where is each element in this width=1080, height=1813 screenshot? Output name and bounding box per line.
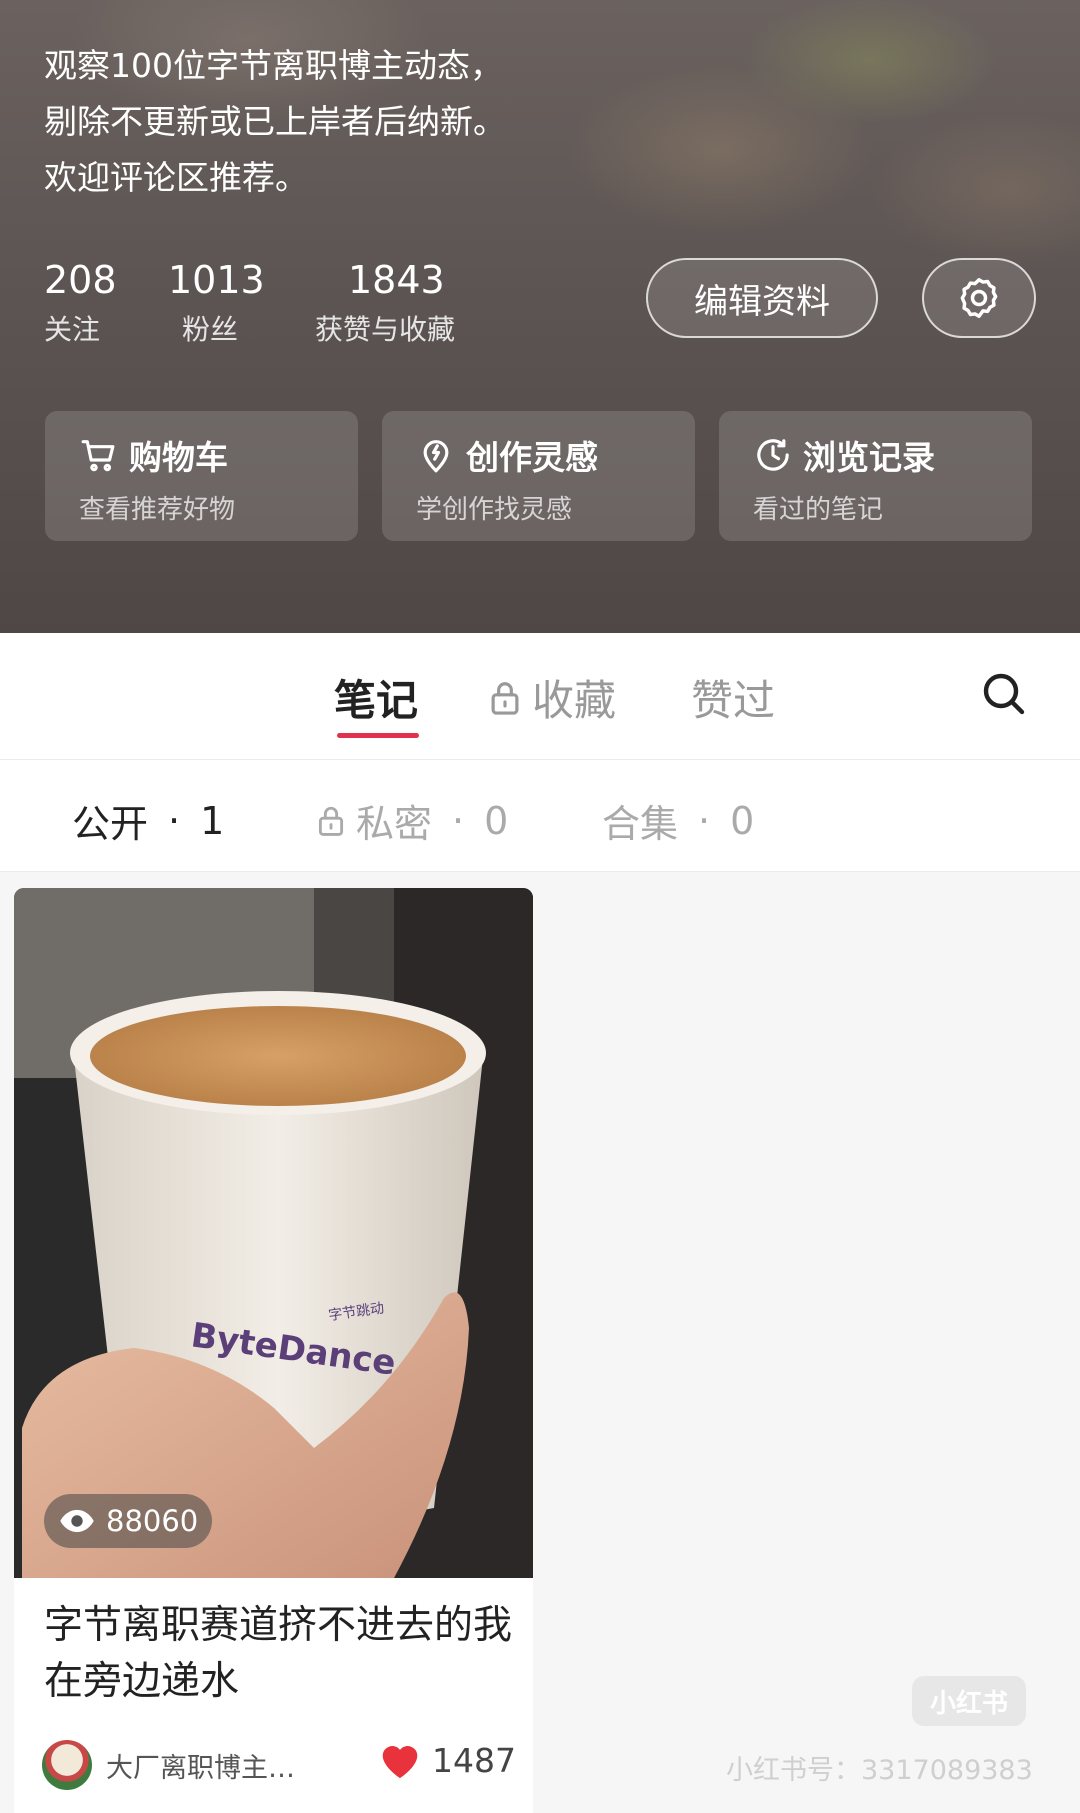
settings-button[interactable] <box>922 258 1036 338</box>
like-button[interactable]: 1487 <box>378 1740 516 1780</box>
card-title: 创作灵感 <box>466 438 598 477</box>
note-card[interactable]: ByteDance 字节跳动 88060 字节离职赛道挤不进去的我在旁边递水 大… <box>14 888 533 1813</box>
stat-value: 1843 <box>348 258 445 302</box>
avatar[interactable] <box>42 1740 92 1790</box>
note-cover-image[interactable]: ByteDance 字节跳动 88060 <box>14 888 533 1578</box>
gear-icon <box>960 278 998 318</box>
card-title: 购物车 <box>129 438 228 477</box>
edit-profile-button[interactable]: 编辑资料 <box>646 258 878 338</box>
subtab-label: 私密 <box>356 802 433 846</box>
stat-label: 获赞与收藏 <box>315 313 456 346</box>
card-subtitle: 学创作找灵感 <box>416 495 573 525</box>
content-tabs: 笔记 收藏 赞过 <box>0 633 1080 760</box>
stat-value: 208 <box>44 258 117 302</box>
card-title: 浏览记录 <box>803 438 935 477</box>
subtab-label: 公开 <box>72 802 149 846</box>
card-subtitle: 查看推荐好物 <box>79 495 236 525</box>
card-browse-history[interactable]: 浏览记录 看过的笔记 <box>719 411 1032 541</box>
subtab-count: 1 <box>200 798 225 843</box>
bio-line: 观察100位字节离职博主动态， <box>44 46 503 85</box>
cart-icon <box>81 440 115 472</box>
clock-icon <box>757 439 789 471</box>
profile-bio: 观察100位字节离职博主动态， 剔除不更新或已上岸者后纳新。 欢迎评论区推荐。 <box>44 38 506 206</box>
subtab-collection-sets[interactable]: 合集 · 0 <box>602 793 754 848</box>
tab-label: 笔记 <box>334 676 419 725</box>
active-tab-indicator <box>337 733 419 738</box>
tab-label: 赞过 <box>691 676 776 725</box>
note-filter-tabs: 公开 · 1 私密 · 0 合集 · 0 <box>0 760 1080 872</box>
card-inspiration[interactable]: 创作灵感 学创作找灵感 <box>382 411 695 541</box>
watermark-user-id: 小红书号：3317089383 <box>726 1755 1033 1786</box>
subtab-label: 合集 <box>602 802 679 846</box>
stat-likes-collects[interactable]: 1843 获赞与收藏 <box>315 256 455 348</box>
stat-followers[interactable]: 1013 粉丝 <box>168 256 265 348</box>
stat-value: 1013 <box>168 258 265 302</box>
card-subtitle: 看过的笔记 <box>753 495 884 525</box>
author-name: 大厂离职博主… <box>106 1752 295 1784</box>
tab-liked[interactable]: 赞过 <box>691 667 775 728</box>
tab-label: 收藏 <box>532 676 617 725</box>
xiaohongshu-watermark-logo: 小红书 <box>912 1676 1026 1726</box>
lock-icon <box>491 681 519 715</box>
heart-icon <box>382 1746 418 1779</box>
stat-label: 粉丝 <box>182 313 239 346</box>
bulb-icon <box>423 440 449 473</box>
tab-collections[interactable]: 收藏 <box>486 667 616 728</box>
bio-line: 剔除不更新或已上岸者后纳新。 <box>44 102 506 141</box>
eye-icon <box>60 1509 94 1533</box>
subtab-public[interactable]: 公开 · 1 <box>72 793 224 848</box>
stat-label: 关注 <box>44 313 101 346</box>
search-icon[interactable] <box>980 670 1028 718</box>
bio-line: 欢迎评论区推荐。 <box>44 158 308 197</box>
note-author[interactable]: 大厂离职博主… <box>42 1740 295 1790</box>
note-title[interactable]: 字节离职赛道挤不进去的我在旁边递水 <box>44 1598 514 1710</box>
stat-following[interactable]: 208 关注 <box>44 256 117 348</box>
subtab-private[interactable]: 私密 · 0 <box>314 793 508 848</box>
view-count: 88060 <box>106 1504 199 1538</box>
card-shopping-cart[interactable]: 购物车 查看推荐好物 <box>45 411 358 541</box>
view-count-badge: 88060 <box>44 1494 213 1548</box>
like-count: 1487 <box>432 1740 516 1780</box>
subtab-count: 0 <box>484 798 509 843</box>
profile-header: 观察100位字节离职博主动态， 剔除不更新或已上岸者后纳新。 欢迎评论区推荐。 … <box>0 0 1080 633</box>
subtab-count: 0 <box>730 798 755 843</box>
coffee-cup-photo: ByteDance 字节跳动 <box>14 888 533 1578</box>
tab-notes[interactable]: 笔记 <box>334 667 418 728</box>
lock-icon <box>318 806 344 836</box>
